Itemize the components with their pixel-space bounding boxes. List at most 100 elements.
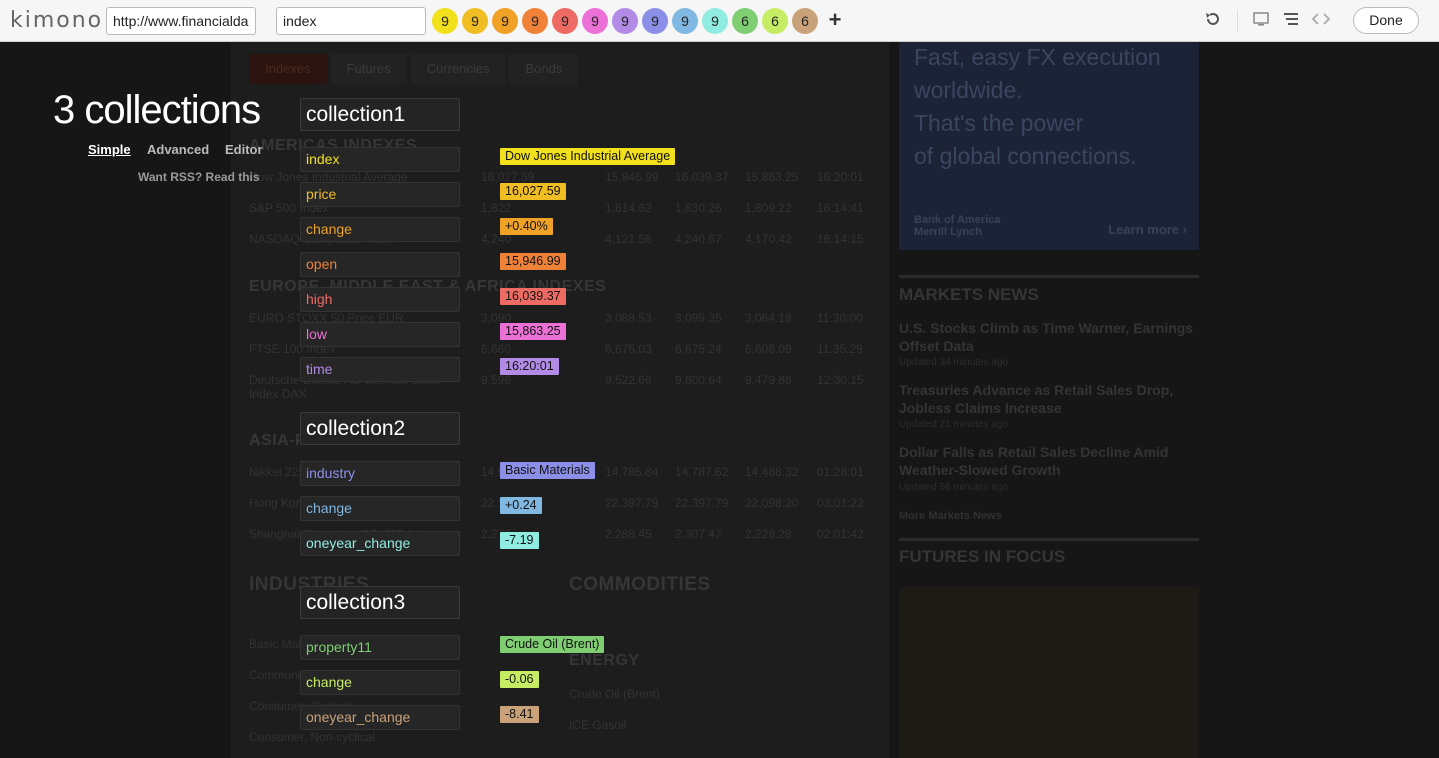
site-table-cell: 9,522.66 — [605, 373, 652, 387]
site-table-cell: 6,675.24 — [675, 342, 722, 356]
property-value-label: -8.41 — [500, 706, 539, 723]
site-table-cell: 15,863.25 — [745, 170, 799, 184]
property-color-circle[interactable]: 6 — [732, 8, 758, 34]
property-color-circle[interactable]: 9 — [492, 8, 518, 34]
property-color-circle[interactable]: 9 — [522, 8, 548, 34]
rss-link[interactable]: Want RSS? Read this — [138, 170, 260, 184]
news-time: Updated 34 minutes ago — [899, 357, 1008, 368]
ad-line: worldwide. — [914, 77, 1023, 103]
news-headline: U.S. Stocks Climb as Time Warner, Earnin… — [899, 320, 1194, 354]
collections-count-title: 3 collections — [53, 88, 261, 132]
property-color-circle[interactable]: 9 — [702, 8, 728, 34]
property-value-label: 16,027.59 — [500, 183, 566, 200]
property-color-circle[interactable]: 9 — [612, 8, 638, 34]
site-table-cell: 9,596 — [481, 373, 512, 387]
done-button[interactable]: Done — [1353, 7, 1419, 34]
list-icon[interactable] — [1280, 10, 1302, 32]
site-table-cell: 01:28:01 — [817, 465, 864, 479]
property-value-label: Crude Oil (Brent) — [500, 636, 605, 653]
site-tabs: Indexes Futures Currencies Bonds — [249, 54, 582, 84]
property-color-circle[interactable]: 6 — [792, 8, 818, 34]
commodity-row: ICE Gasoil — [569, 718, 849, 738]
site-table-cell: Consumer, Non-cyclical — [249, 730, 376, 744]
property-color-circle[interactable]: 9 — [552, 8, 578, 34]
property-value-label: +0.24 — [500, 497, 542, 514]
site-table-cell: 4,240.67 — [675, 232, 722, 246]
add-property-button[interactable]: + — [822, 8, 848, 34]
toolbar-divider — [1237, 10, 1238, 32]
site-table-cell: 22,397.79 — [605, 496, 659, 510]
ad-line: That's the power — [914, 110, 1084, 136]
property-value-label: -7.19 — [500, 532, 539, 549]
property-name-input[interactable]: open — [300, 252, 460, 277]
property-value-label: 15,863.25 — [500, 323, 566, 340]
property-color-circle[interactable]: 9 — [432, 8, 458, 34]
more-news-link: More Markets News — [899, 510, 1002, 522]
property-name-input[interactable]: index — [276, 7, 426, 35]
property-color-circle[interactable]: 9 — [642, 8, 668, 34]
undo-icon[interactable] — [1202, 10, 1224, 32]
site-tab-currencies: Currencies — [410, 54, 506, 84]
site-table-cell: 9,600.64 — [675, 373, 722, 387]
site-table-cell: 1,830.26 — [675, 201, 722, 215]
property-color-circle[interactable]: 9 — [582, 8, 608, 34]
code-icon[interactable] — [1310, 10, 1332, 32]
markets-news-title: MARKETS NEWS — [899, 285, 1039, 304]
futures-image — [899, 587, 1199, 758]
property-name-input[interactable]: change — [300, 670, 460, 695]
property-name-input[interactable]: oneyear_change — [300, 705, 460, 730]
website-sidebar: Fast, easy FX execution worldwide. That'… — [899, 42, 1199, 758]
news-headline: Dollar Falls as Retail Sales Decline Ami… — [899, 444, 1169, 478]
site-table-cell: 3,088.53 — [605, 311, 652, 325]
mode-advanced-tab[interactable]: Advanced — [147, 142, 209, 157]
site-table-cell: 12:30:15 — [817, 373, 864, 387]
ad-line: of global connections. — [914, 143, 1137, 169]
property-color-circle[interactable]: 9 — [462, 8, 488, 34]
kimono-logo: kimono — [10, 8, 104, 33]
collection-name-input[interactable]: collection2 — [300, 412, 460, 445]
property-name-input[interactable]: industry — [300, 461, 460, 486]
property-name-input[interactable]: oneyear_change — [300, 531, 460, 556]
property-value-label: Dow Jones Industrial Average — [500, 148, 676, 165]
site-table-cell: 2,228.28 — [745, 527, 792, 541]
property-name-input[interactable]: change — [300, 217, 460, 242]
news-time: Updated 58 minutes ago — [899, 482, 1008, 493]
mode-editor-tab[interactable]: Editor — [225, 142, 263, 157]
property-name-input[interactable]: price — [300, 182, 460, 207]
property-color-circle[interactable]: 6 — [762, 8, 788, 34]
property-value-label: -0.06 — [500, 671, 539, 688]
property-name-input[interactable]: time — [300, 357, 460, 382]
property-name-input[interactable]: index — [300, 147, 460, 172]
property-name-input[interactable]: property11 — [300, 635, 460, 660]
site-table-cell: 15,946.99 — [605, 170, 659, 184]
property-color-selector: 9 9 9 9 9 9 9 9 9 9 6 6 6 + — [432, 8, 848, 34]
site-table-cell: 14,488.32 — [745, 465, 799, 479]
commodity-name: Crude Oil (Brent) — [569, 687, 660, 701]
site-table-cell: 22,098.20 — [745, 496, 799, 510]
mode-simple-tab[interactable]: Simple — [88, 142, 131, 157]
site-table-cell: 1,809.22 — [745, 201, 792, 215]
property-color-circle[interactable]: 9 — [672, 8, 698, 34]
url-input[interactable]: http://www.financialda — [106, 7, 256, 35]
site-table-cell: 6,608.09 — [745, 342, 792, 356]
site-table-cell: 2,288.45 — [605, 527, 652, 541]
property-value-label: 15,946.99 — [500, 253, 566, 270]
property-name-input[interactable]: high — [300, 287, 460, 312]
site-table-cell: 4,170.42 — [745, 232, 792, 246]
site-table-cell: 2,307.47 — [675, 527, 722, 541]
property-name-input[interactable]: change — [300, 496, 460, 521]
site-table-cell: 11:35:29 — [817, 342, 863, 356]
divider — [899, 538, 1199, 541]
site-table-cell: 11:30:00 — [817, 311, 863, 325]
site-table-cell: 1,822 — [481, 201, 512, 215]
collection-name-input[interactable]: collection1 — [300, 98, 460, 131]
property-name-input[interactable]: low — [300, 322, 460, 347]
ad-brand: Bank of America Merrill Lynch — [914, 214, 1001, 238]
site-table-cell: 6,660 — [481, 342, 512, 356]
site-table-cell: 22,397.79 — [675, 496, 729, 510]
monitor-icon[interactable] — [1250, 10, 1272, 32]
collection-name-input[interactable]: collection3 — [300, 586, 460, 619]
site-table-cell: 14,787.62 — [675, 465, 729, 479]
site-table-cell: 02:01:42 — [817, 527, 864, 541]
news-headline: Treasuries Advance as Retail Sales Drop,… — [899, 382, 1174, 416]
